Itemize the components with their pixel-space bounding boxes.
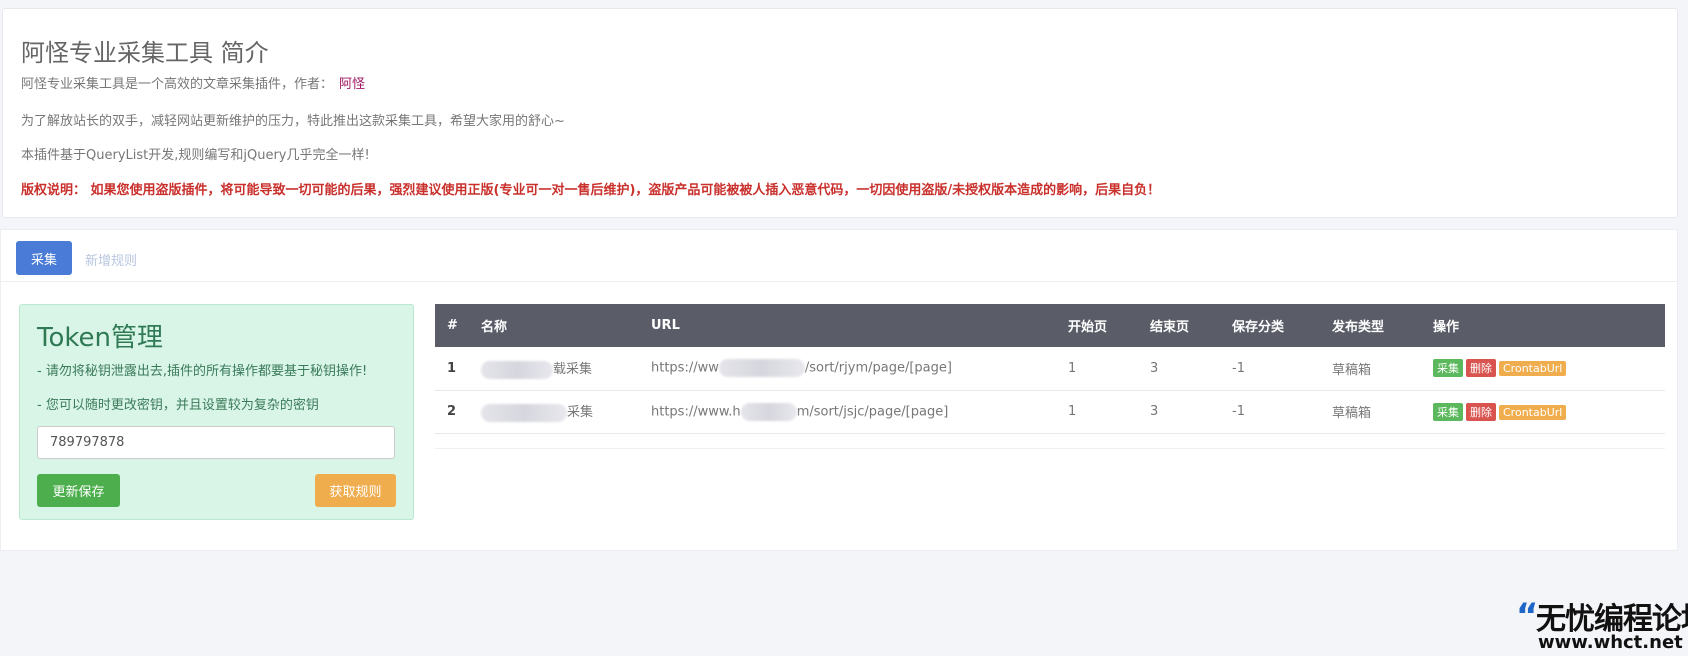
row-index: 1: [447, 360, 457, 376]
collect-button[interactable]: 采集: [1433, 359, 1463, 378]
header-publish-type: 发布类型: [1332, 320, 1385, 335]
author-name: 阿怪: [339, 77, 366, 92]
intro-card: 阿怪专业采集工具 简介 阿怪专业采集工具是一个高效的文章采集插件，作者： 阿怪 为…: [2, 8, 1678, 218]
watermark-url: www.whct.net: [1538, 632, 1683, 653]
table-row: 1 载采集 https://ww/sort/rjym/page/[page] 1…: [435, 347, 1665, 390]
delete-button[interactable]: 删除: [1466, 359, 1496, 378]
header-end-page: 结束页: [1150, 320, 1190, 335]
row-category: -1: [1232, 404, 1245, 419]
row-name: 载采集: [469, 347, 639, 390]
intro-line-3: 本插件基于QueryList开发,规则编写和jQuery几乎完全一样!: [21, 148, 370, 163]
tab-collect[interactable]: 采集: [16, 241, 72, 275]
rules-table: # 名称 URL 开始页 结束页 保存分类 发布类型 操作 1 载采集 http…: [435, 304, 1665, 434]
row-end-page: 3: [1150, 360, 1159, 376]
delete-button[interactable]: 删除: [1466, 402, 1496, 421]
table-row: 2 采集 https://www.h m/sort/jsjc/page/[page…: [435, 390, 1665, 433]
row-url-suffix: m/sort/jsjc/page/[page]: [796, 404, 949, 419]
intro-title: 阿怪专业采集工具 简介: [21, 39, 269, 67]
row-url-suffix: /sort/rjym/page/[page]: [804, 360, 952, 376]
row-name: 采集: [469, 390, 639, 433]
token-note-2: - 您可以随时更改密钥，并且设置较为复杂的密钥: [37, 398, 319, 413]
row-url-prefix: https://ww: [651, 360, 719, 376]
row-actions: 采集 删除 CrontabUrl: [1421, 390, 1665, 433]
token-note-1: - 请勿将秘钥泄露出去,插件的所有操作都要基于秘钥操作!: [37, 364, 368, 379]
intro-line-1: 阿怪专业采集工具是一个高效的文章采集插件，作者：: [21, 77, 334, 92]
crontab-url-button[interactable]: CrontabUrl: [1499, 404, 1567, 420]
table-header-row: # 名称 URL 开始页 结束页 保存分类 发布类型 操作: [435, 304, 1665, 347]
redacted-blur: [740, 402, 797, 421]
row-publish-type: 草稿箱: [1332, 362, 1372, 378]
fetch-rules-button[interactable]: 获取规则: [315, 474, 396, 507]
token-title: Token管理: [37, 323, 163, 353]
row-start-page: 1: [1068, 404, 1077, 419]
row-name-text: 载采集: [553, 362, 593, 377]
row-url: https://ww/sort/rjym/page/[page]: [639, 347, 1056, 390]
row-publish-type: 草稿箱: [1332, 406, 1372, 421]
intro-line-2: 为了解放站长的双手，减轻网站更新维护的压力，特此推出这款采集工具，希望大家用的舒…: [21, 114, 565, 129]
copyright-notice: 版权说明： 如果您使用盗版插件，将可能导致一切可能的后果，强烈建议使用正版(专业…: [21, 183, 1161, 198]
header-actions: 操作: [1433, 320, 1460, 335]
tabs-bar: 采集 新增规则: [1, 230, 1677, 282]
collect-button[interactable]: 采集: [1433, 402, 1463, 421]
row-category: -1: [1232, 360, 1245, 376]
row-url: https://www.h m/sort/jsjc/page/[page]: [639, 390, 1056, 433]
header-start-page: 开始页: [1068, 320, 1108, 335]
header-category: 保存分类: [1232, 320, 1285, 335]
token-panel: Token管理 - 请勿将秘钥泄露出去,插件的所有操作都要基于秘钥操作! - 您…: [19, 304, 414, 520]
intro-description: 阿怪专业采集工具是一个高效的文章采集插件，作者： 阿怪: [21, 73, 365, 92]
row-index: 2: [447, 404, 457, 419]
watermark: “ 无忧编程论坛 www.whct.net: [1516, 594, 1688, 653]
redacted-blur: [481, 360, 553, 379]
row-start-page: 1: [1068, 360, 1077, 376]
tab-add-rule[interactable]: 新增规则: [85, 250, 137, 269]
row-name-text: 采集: [567, 405, 594, 421]
header-name: 名称: [481, 320, 508, 335]
save-button[interactable]: 更新保存: [37, 474, 120, 507]
header-url: URL: [651, 318, 680, 333]
header-index: #: [447, 318, 458, 333]
row-actions: 采集 删除 CrontabUrl: [1421, 347, 1665, 390]
watermark-logo-icon: “: [1516, 596, 1539, 636]
main-card: 采集 新增规则 Token管理 - 请勿将秘钥泄露出去,插件的所有操作都要基于秘…: [0, 229, 1678, 551]
redacted-blur: [718, 359, 805, 378]
row-url-prefix: https://www.h: [651, 404, 741, 419]
token-input[interactable]: [37, 426, 395, 459]
table-divider: [435, 448, 1665, 449]
row-end-page: 3: [1150, 404, 1159, 419]
crontab-url-button[interactable]: CrontabUrl: [1499, 361, 1567, 377]
redacted-blur: [481, 403, 567, 422]
